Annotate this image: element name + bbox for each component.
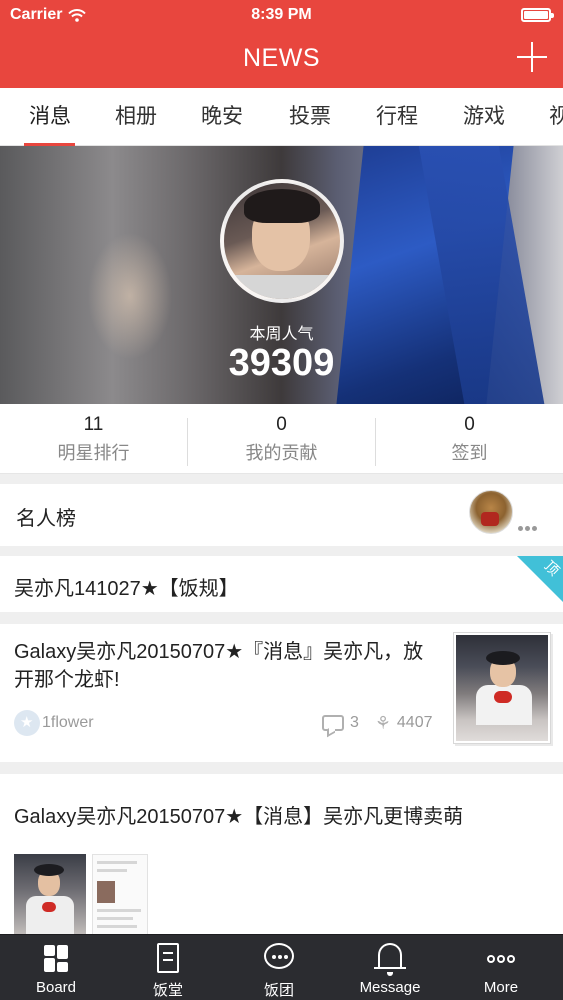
bell-icon [374, 943, 406, 976]
screenshot-line [97, 909, 141, 912]
post-card-2[interactable]: Galaxy吴亦凡20150707★【消息】吴亦凡更博卖萌 [0, 774, 563, 944]
celebrity-list-title: 名人榜 [16, 508, 76, 530]
avatar-shirt [224, 275, 340, 299]
image-hair [34, 864, 64, 876]
tab-board[interactable]: Board [0, 935, 112, 1000]
tab-label: More [483, 979, 519, 996]
post-thumbnail[interactable] [453, 632, 551, 744]
screenshot-line [97, 869, 127, 872]
more-dots-icon [487, 943, 515, 973]
post-author[interactable]: 1flower [14, 710, 94, 736]
tab-message[interactable]: Message [334, 935, 446, 1000]
screenshot-line [97, 861, 137, 864]
more-dots-icon[interactable] [518, 518, 542, 531]
hero-banner: 本周人气 39309 [0, 146, 563, 404]
thumbnail-photo [456, 635, 548, 741]
bottom-tab-bar: Board 饭堂 饭团 Message More [0, 934, 563, 1000]
tab-games[interactable]: 游戏 [450, 88, 518, 145]
stat-value: 11 [83, 414, 104, 435]
tab-label: 饭团 [263, 982, 294, 999]
post-meta: 3 ⚘ 4407 [322, 712, 433, 734]
tab-schedule[interactable]: 行程 [363, 88, 431, 145]
popularity-count: 39309 [228, 342, 335, 384]
app-screen: Carrier 8:39 PM NEWS 消息 相册 晚安 投票 行程 游戏 视 [0, 0, 563, 1000]
flower-icon: ⚘ [374, 713, 392, 733]
stat-my-contribution[interactable]: 0 我的贡献 [188, 404, 375, 474]
tab-fantuan[interactable]: 饭团 [223, 935, 335, 1000]
thumbnail-hair [486, 651, 520, 665]
tab-album[interactable]: 相册 [102, 88, 170, 145]
post-image-1[interactable] [14, 854, 86, 940]
category-tabs: 消息 相册 晚安 投票 行程 游戏 视 [0, 88, 563, 146]
tab-messages[interactable]: 消息 [16, 88, 84, 145]
celebrity-avatar-detail [481, 512, 499, 526]
popularity-label: 本周人气 [249, 326, 314, 343]
screenshot-picture [97, 881, 115, 903]
post-card[interactable]: Galaxy吴亦凡20150707★『消息』吴亦凡，放开那个龙虾! 1flowe… [0, 624, 563, 762]
flower-count: 4407 [396, 714, 433, 731]
stat-star-ranking[interactable]: 11 明星排行 [0, 404, 187, 474]
stat-value: 0 [276, 414, 287, 435]
tab-fantang[interactable]: 饭堂 [112, 935, 224, 1000]
image-lobster [42, 902, 56, 912]
tab-label: Board [35, 979, 77, 996]
pinned-post-title: 吴亦凡141027★【饭规】 [14, 578, 239, 600]
tab-label: 饭堂 [152, 982, 183, 999]
screenshot-line [97, 917, 133, 920]
battery-icon [521, 8, 554, 22]
tab-vote[interactable]: 投票 [276, 88, 344, 145]
stats-row: 11 明星排行 0 我的贡献 0 签到 [0, 404, 563, 474]
stat-label: 明星排行 [57, 443, 130, 463]
chat-bubble-icon [264, 943, 294, 969]
screenshot-line [97, 925, 137, 928]
avatar-hair [244, 189, 320, 223]
celebrity-list-row[interactable]: 名人榜 [0, 484, 563, 546]
comment-icon [322, 715, 344, 731]
document-icon [157, 943, 179, 973]
post-title-2: Galaxy吴亦凡20150707★【消息】吴亦凡更博卖萌 [14, 806, 464, 828]
tab-goodnight[interactable]: 晚安 [188, 88, 256, 145]
page-title: NEWS [243, 44, 320, 72]
avatar[interactable] [220, 179, 344, 303]
thumbnail-lobster [494, 691, 512, 703]
status-bar: Carrier 8:39 PM [0, 0, 563, 30]
stat-label: 签到 [451, 443, 488, 463]
pinned-post[interactable]: 吴亦凡141027★【饭规】 顶 [0, 556, 563, 612]
post-image-2[interactable] [92, 854, 148, 940]
stat-check-in[interactable]: 0 签到 [376, 404, 563, 474]
author-name: 1flower [42, 714, 94, 731]
post-title: Galaxy吴亦凡20150707★『消息』吴亦凡，放开那个龙虾! [14, 641, 424, 691]
plus-icon[interactable] [517, 42, 547, 72]
tab-video[interactable]: 视 [537, 88, 563, 145]
stat-value: 0 [464, 414, 475, 435]
comment-count: 3 [350, 714, 359, 731]
tab-more[interactable]: More [445, 935, 557, 1000]
tab-label: Message [359, 979, 421, 996]
status-time: 8:39 PM [251, 6, 312, 23]
user-star-icon [14, 710, 40, 736]
stat-label: 我的贡献 [245, 443, 318, 463]
grid-icon [42, 943, 70, 973]
top-bar: Carrier 8:39 PM NEWS [0, 0, 563, 88]
